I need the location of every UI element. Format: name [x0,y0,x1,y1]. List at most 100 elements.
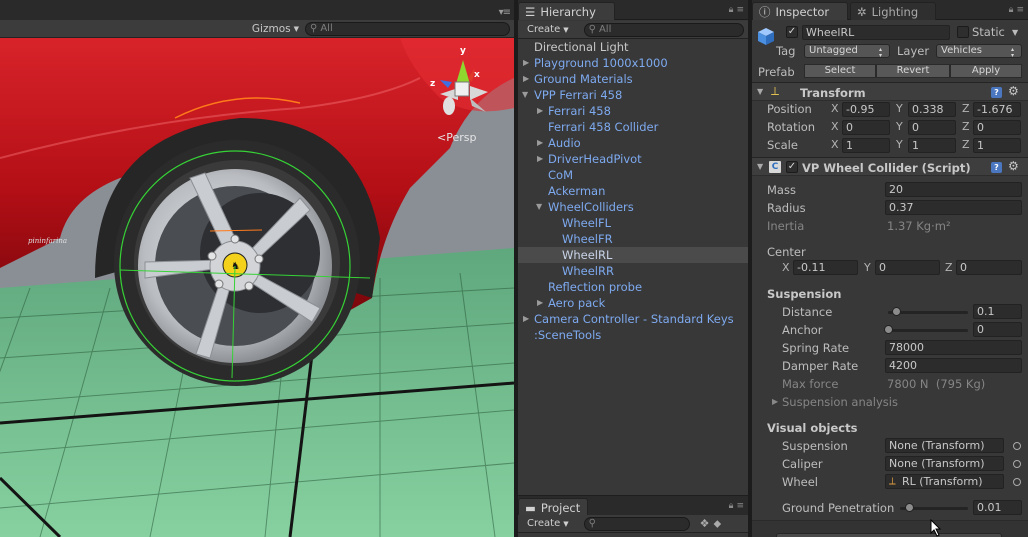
expand-arrow-icon[interactable]: ▶ [537,135,543,151]
tab-project[interactable]: ▬ Project [518,498,588,516]
static-checkbox[interactable] [957,26,969,38]
hierarchy-item[interactable]: ▶ DriverHeadPivot [518,151,748,167]
tab-inspector[interactable]: ⓘ Inspector [752,2,848,20]
expand-arrow-icon[interactable]: ▶ [523,311,529,327]
hierarchy-item[interactable]: Ackerman [518,183,748,199]
hierarchy-item[interactable]: ▶ Ferrari 458 [518,103,748,119]
prefab-label: Prefab [758,65,795,79]
visual-suspension-field[interactable]: None (Transform) [885,438,1004,453]
hierarchy-item[interactable]: WheelFR [518,231,748,247]
add-component-button[interactable] [776,533,1002,537]
center-x-field[interactable]: -0.11 [793,260,858,275]
panel-menu-icon[interactable]: ≡ [736,501,744,511]
hierarchy-item[interactable]: ▶ Audio [518,135,748,151]
panel-menu-icon[interactable]: ▾≡ [499,7,511,18]
help-icon[interactable]: ? [991,87,1002,98]
anchor-field[interactable]: 0 [973,322,1022,337]
hierarchy-create-button[interactable]: Create ▼ [522,24,574,35]
position-z-field[interactable]: -1.676 [973,102,1021,117]
hierarchy-item[interactable]: ▶ Aero pack [518,295,748,311]
expand-arrow-icon[interactable]: ▶ [772,397,778,406]
layer-dropdown[interactable]: Vehicles [936,44,1022,58]
filter-by-label-icon[interactable]: ⬥ [714,517,722,531]
tag-dropdown[interactable]: Untagged [804,44,890,58]
prefab-revert-button[interactable]: Revert [876,64,950,78]
hierarchy-item[interactable]: CoM [518,167,748,183]
position-y-field[interactable]: 0.338 [908,102,956,117]
object-picker-icon[interactable] [1013,478,1021,486]
collapse-arrow-icon[interactable]: ▼ [757,87,763,96]
hierarchy-search-input[interactable]: ⚲ All [583,22,744,37]
object-picker-icon[interactable] [1013,442,1021,450]
hierarchy-item[interactable]: Ferrari 458 Collider [518,119,748,135]
hierarchy-item[interactable]: Reflection probe [518,279,748,295]
hierarchy-item[interactable]: ▶ Camera Controller - Standard Keys [518,311,748,327]
prefab-select-button[interactable]: Select [804,64,876,78]
distance-field[interactable]: 0.1 [973,304,1022,319]
hierarchy-item[interactable]: ▶ Playground 1000x1000 [518,55,748,71]
transform-header[interactable]: ▼ ⟂ Transform ? ⚙ [752,82,1028,101]
position-x-field[interactable]: -0.95 [842,102,890,117]
rotation-x-field[interactable]: 0 [842,120,890,135]
tab-lighting[interactable]: ✲ Lighting [850,2,936,20]
collapse-arrow-icon[interactable]: ▼ [522,87,528,103]
rotation-y-field[interactable]: 0 [908,120,956,135]
lock-icon[interactable]: 🔒︎ [729,5,734,15]
filter-by-type-icon[interactable]: ❖ [700,517,710,530]
panel-menu-icon[interactable]: ≡ [736,5,744,15]
component-enabled-checkbox[interactable]: ✓ [786,161,798,173]
help-icon[interactable]: ? [991,162,1002,173]
anchor-slider-track[interactable] [888,329,968,332]
gear-icon[interactable]: ⚙ [1008,84,1019,98]
visual-caliper-field[interactable]: None (Transform) [885,456,1004,471]
prefab-apply-button[interactable]: Apply [950,64,1022,78]
ground-penetration-slider-knob[interactable] [904,503,914,512]
expand-arrow-icon[interactable]: ▶ [537,295,543,311]
scene-search-input[interactable]: ⚲ All [305,21,510,36]
center-z-field[interactable]: 0 [956,260,1022,275]
spring-rate-field[interactable]: 78000 [885,340,1022,355]
scene-view[interactable]: ▾≡ Gizmos ▼ ⚲ All pininfarina ♞ y x z <P… [0,0,514,537]
rotation-z-field[interactable]: 0 [973,120,1021,135]
hierarchy-item[interactable]: WheelRR [518,263,748,279]
hierarchy-item-selected[interactable]: WheelRL [518,247,748,263]
hierarchy-item[interactable]: Directional Light [518,39,748,55]
object-picker-icon[interactable] [1013,460,1021,468]
expand-arrow-icon[interactable]: ▶ [523,71,529,87]
collapse-arrow-icon[interactable]: ▼ [536,199,542,215]
scene-canvas[interactable]: pininfarina ♞ y x z [0,38,514,537]
hierarchy-item[interactable]: ▶ Ground Materials [518,71,748,87]
damper-rate-field[interactable]: 4200 [885,358,1022,373]
persp-toggle[interactable]: <Persp [437,131,476,144]
active-checkbox[interactable]: ✓ [786,26,798,38]
expand-arrow-icon[interactable]: ▶ [537,151,543,167]
scale-y-field[interactable]: 1 [908,138,956,153]
radius-field[interactable]: 0.37 [885,200,1022,215]
object-name-field[interactable]: WheelRL [802,25,950,40]
hierarchy-item[interactable]: ▼ WheelColliders [518,199,748,215]
lock-icon[interactable]: 🔒︎ [729,501,734,511]
gizmos-menu[interactable]: Gizmos ▼ [246,23,305,35]
wheel-collider-header[interactable]: ▼ C ✓ VP Wheel Collider (Script) ? ⚙ [752,157,1028,176]
expand-arrow-icon[interactable]: ▶ [537,103,543,119]
distance-slider-knob[interactable] [892,307,901,316]
panel-menu-icon[interactable]: ≡ [1016,5,1024,15]
collapse-arrow-icon[interactable]: ▼ [757,162,763,171]
center-y-field[interactable]: 0 [875,260,940,275]
scale-x-field[interactable]: 1 [842,138,890,153]
tab-hierarchy[interactable]: ☰ Hierarchy [518,2,615,20]
hierarchy-item[interactable]: WheelFL [518,215,748,231]
static-dropdown-icon[interactable]: ▼ [1012,28,1018,37]
project-search-input[interactable]: ⚲ [583,516,690,531]
mass-field[interactable]: 20 [885,182,1022,197]
project-create-button[interactable]: Create ▼ [522,518,574,529]
gear-icon[interactable]: ⚙ [1008,159,1019,173]
anchor-slider-knob[interactable] [884,325,893,334]
scale-z-field[interactable]: 1 [973,138,1021,153]
expand-arrow-icon[interactable]: ▶ [523,55,529,71]
hierarchy-item[interactable]: ▼ VPP Ferrari 458 [518,87,748,103]
hierarchy-item[interactable]: :SceneTools [518,327,748,343]
lock-icon[interactable]: 🔒︎ [1009,5,1014,15]
visual-wheel-field[interactable]: ⟂ RL (Transform) [885,474,1004,489]
ground-penetration-field[interactable]: 0.01 [973,500,1022,515]
